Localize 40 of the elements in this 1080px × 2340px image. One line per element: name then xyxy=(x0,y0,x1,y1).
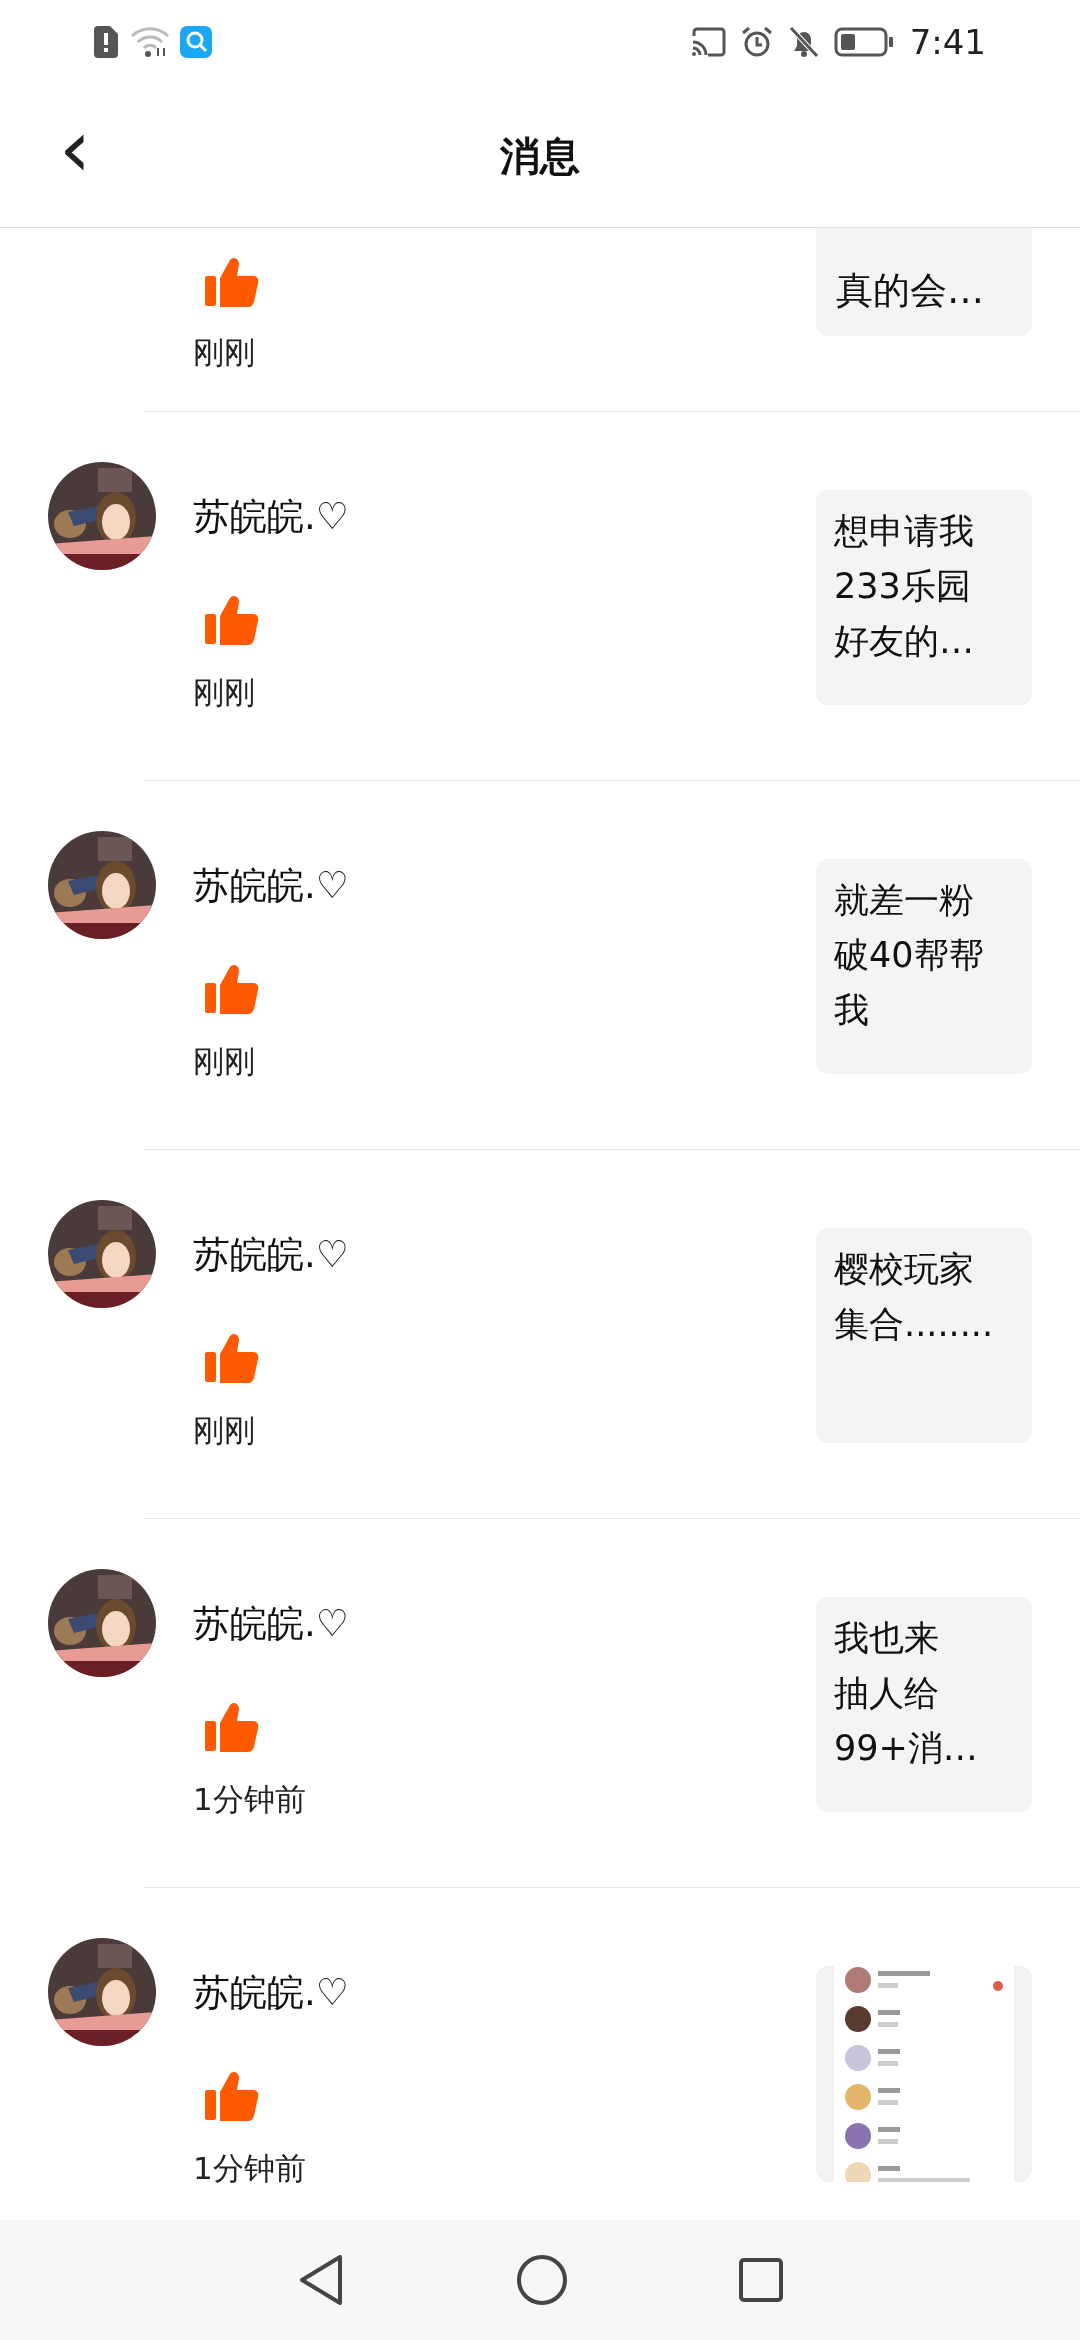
user-name[interactable]: 苏皖皖.♡ xyxy=(193,1599,349,1649)
preview-text: 抽人给 xyxy=(834,1672,940,1715)
user-name[interactable]: 苏皖皖.♡ xyxy=(193,861,349,911)
user-name[interactable]: 苏皖皖.♡ xyxy=(193,492,349,542)
clock-time: 7:41 xyxy=(909,20,986,64)
time-label: 刚刚 xyxy=(193,673,255,712)
post-preview[interactable]: 就差一粉 破40帮帮 我 xyxy=(816,859,1032,1074)
time-label: 刚刚 xyxy=(193,1411,255,1450)
home-nav-icon[interactable] xyxy=(516,2254,568,2306)
time-label: 刚刚 xyxy=(193,1042,255,1081)
post-preview[interactable]: 我也来 抽人给 99+消… xyxy=(816,1597,1032,1812)
alarm-icon xyxy=(739,25,774,59)
search-icon xyxy=(180,26,212,58)
preview-text: 集合........ xyxy=(834,1303,994,1346)
recents-nav-icon[interactable] xyxy=(738,2257,784,2303)
preview-text: 想申请我 xyxy=(834,510,975,553)
post-preview[interactable]: 樱校玩家 集合........ xyxy=(816,1228,1032,1443)
preview-text: 好友的… xyxy=(834,620,975,663)
preview-text: 樱校玩家 xyxy=(834,1248,975,1291)
bell-off-icon xyxy=(787,25,820,59)
preview-text: 233乐园 xyxy=(834,565,972,608)
page-title: 消息 xyxy=(500,131,580,181)
preview-text: 我也来 xyxy=(834,1617,940,1660)
post-preview[interactable]: 真的会… xyxy=(816,228,1032,336)
post-preview[interactable]: 想申请我 233乐园 好友的… xyxy=(816,490,1032,705)
user-name[interactable]: 苏皖皖.♡ xyxy=(193,1968,349,2018)
time-label: 刚刚 xyxy=(193,333,256,372)
back-button[interactable]: ‹ xyxy=(50,114,100,184)
user-name[interactable]: 苏皖皖.♡ xyxy=(193,1230,349,1280)
time-label: 1分钟前 xyxy=(193,2149,306,2188)
cast-icon xyxy=(689,26,726,58)
preview-text: 我 xyxy=(834,989,870,1032)
preview-text: 真的会… xyxy=(836,268,985,314)
preview-text: 就差一粉 xyxy=(834,879,975,922)
sim-alert-icon xyxy=(92,26,120,58)
time-label: 1分钟前 xyxy=(193,1780,306,1819)
preview-text: 破40帮帮 xyxy=(834,934,985,977)
battery-icon xyxy=(833,26,894,58)
wifi-icon xyxy=(130,26,170,58)
preview-text: 99+消… xyxy=(834,1727,979,1770)
